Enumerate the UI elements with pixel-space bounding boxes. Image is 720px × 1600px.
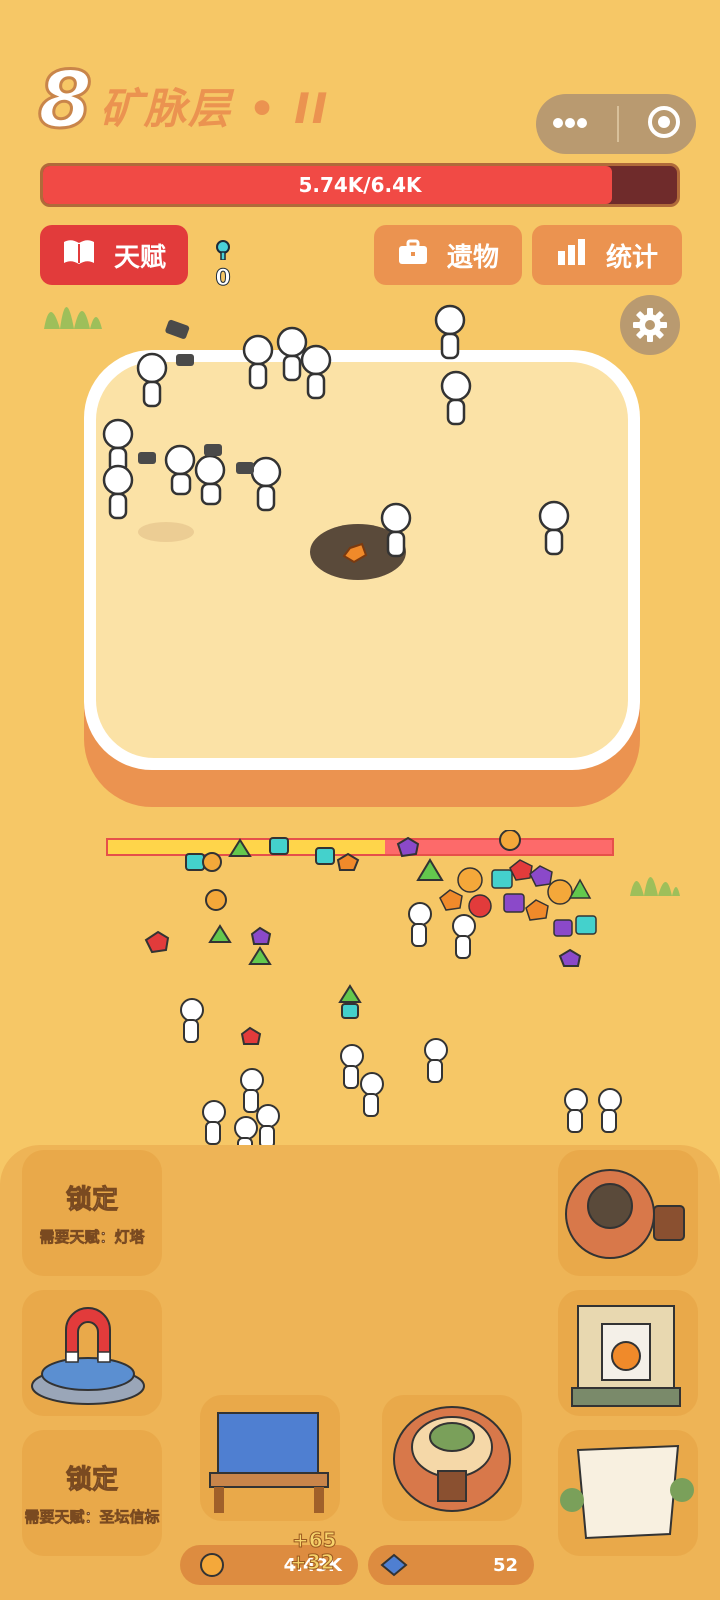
key-counter: 0 xyxy=(206,240,240,292)
counter-value: 0 xyxy=(215,266,231,292)
library-building[interactable] xyxy=(382,1395,522,1521)
magnet-building[interactable] xyxy=(22,1290,162,1416)
locked-slot-altar[interactable]: 锁定 需要天赋：圣坛信标 xyxy=(22,1430,162,1556)
tent-stall-icon xyxy=(209,1412,329,1513)
more-dots-icon[interactable] xyxy=(550,115,590,134)
locked-slot-title: 锁定 xyxy=(65,1185,118,1216)
market-stall-building[interactable] xyxy=(200,1395,340,1521)
grass-decoration xyxy=(44,307,102,329)
library-dome-icon xyxy=(393,1406,511,1512)
blue-gem-icon xyxy=(380,1553,408,1577)
gem-value: 52 xyxy=(492,1554,518,1576)
level-name: 矿脉层 • II xyxy=(100,84,330,133)
bar-chart-icon xyxy=(556,238,588,272)
gain-popup: +65 xyxy=(292,1528,338,1553)
book-icon xyxy=(62,238,96,273)
locked-slot-title: 锁定 xyxy=(65,1465,118,1496)
stats-button[interactable]: 统计 xyxy=(532,225,682,285)
worker-figures xyxy=(102,304,570,558)
boss-hp-bar: 5.74K/6.4K xyxy=(40,163,680,207)
talent-button[interactable]: 天赋 xyxy=(40,225,188,285)
kettlebell-icon xyxy=(571,1305,681,1407)
arena-units xyxy=(102,304,570,580)
gold-coin-icon xyxy=(200,1553,224,1577)
forge-icon xyxy=(565,1169,685,1259)
hp-text: 5.74K/6.4K xyxy=(298,173,422,197)
relic-label: 遗物 xyxy=(446,242,499,273)
locked-slot-requirement: 需要天赋：灯塔 xyxy=(39,1228,145,1247)
locked-slot-requirement: 需要天赋：圣坛信标 xyxy=(24,1508,160,1527)
key-icon xyxy=(216,240,230,261)
capsule-divider xyxy=(616,106,619,142)
talent-label: 天赋 xyxy=(113,242,166,273)
stats-label: 统计 xyxy=(605,242,658,273)
tent-icon xyxy=(560,1444,694,1540)
record-circle-icon[interactable] xyxy=(646,104,682,144)
magnet-icon xyxy=(31,1307,145,1405)
kettlebell-building[interactable] xyxy=(558,1290,698,1416)
locked-slot-lighthouse[interactable]: 锁定 需要天赋：灯塔 xyxy=(22,1150,162,1276)
camp-tent-building[interactable] xyxy=(558,1430,698,1556)
mini-program-capsule xyxy=(536,94,696,154)
gem-resource: 52 xyxy=(368,1545,534,1585)
gain-popup: +32 xyxy=(290,1550,336,1575)
level-number: 8 xyxy=(36,56,93,146)
relic-button[interactable]: 遗物 xyxy=(374,225,522,285)
forge-building[interactable] xyxy=(558,1150,698,1276)
briefcase-icon xyxy=(397,238,429,273)
